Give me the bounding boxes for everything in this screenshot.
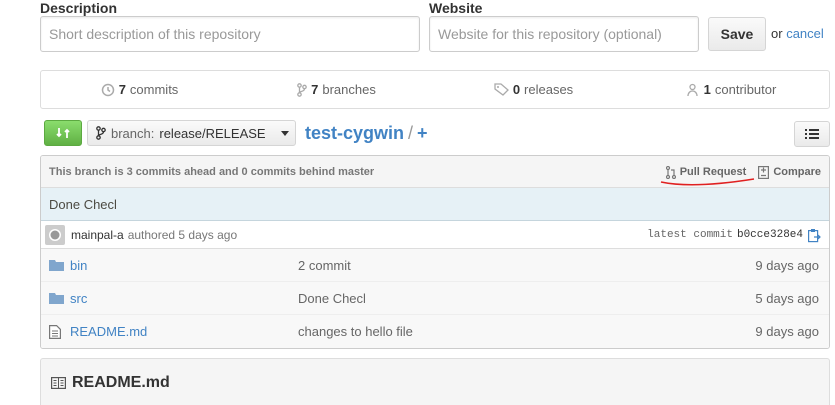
path-separator: / [408, 123, 414, 143]
commits-stat[interactable]: 7 commits [41, 71, 238, 108]
readme-header: README.md [40, 358, 830, 405]
releases-label: releases [524, 82, 574, 97]
contributors-stat[interactable]: 1 contributor [632, 71, 829, 108]
cancel-link[interactable]: cancel [786, 26, 824, 41]
website-field[interactable] [429, 16, 699, 52]
list-icon [805, 129, 819, 139]
commit-author-link[interactable]: mainpal-a [71, 228, 124, 242]
compare-link[interactable]: Compare [758, 165, 821, 179]
compare-icon [56, 128, 70, 138]
releases-stat[interactable]: 0 releases [435, 71, 632, 108]
file-text-icon [49, 324, 65, 339]
folder-icon [49, 292, 65, 304]
file-row[interactable]: bin 2 commit 9 days ago [41, 249, 829, 282]
file-row[interactable]: src Done Checl 5 days ago [41, 282, 829, 315]
file-name-link[interactable]: README.md [70, 324, 147, 339]
folder-icon [49, 259, 65, 271]
file-commit-message[interactable]: Done Checl [298, 291, 366, 306]
commit-sha-link[interactable]: b0cce328e4 [737, 229, 803, 241]
last-commit-meta: mainpal-a authored 5 days ago latest com… [41, 221, 829, 249]
file-age: 9 days ago [755, 257, 819, 273]
compare-label: Compare [773, 166, 821, 178]
repo-name-link[interactable]: test-cygwin [305, 123, 404, 143]
contributors-count: 1 [703, 82, 711, 97]
branches-count: 7 [311, 82, 319, 97]
red-underline-annotation [660, 178, 755, 186]
branch-status-text: This branch is 3 commits ahead and 0 com… [49, 165, 375, 178]
or-text: or [771, 26, 783, 41]
file-name-link[interactable]: bin [70, 258, 87, 273]
branches-label: branches [322, 82, 376, 97]
history-icon [101, 83, 114, 96]
commit-authored-text: authored 5 days ago [127, 227, 238, 242]
file-list-toggle-button[interactable] [794, 121, 830, 147]
compare-review-button[interactable] [44, 120, 82, 146]
tag-icon [494, 83, 509, 96]
commits-label: commits [129, 82, 179, 97]
commits-count: 7 [118, 82, 126, 97]
description-label: Description [40, 0, 118, 16]
diff-icon [758, 165, 770, 179]
description-field[interactable] [40, 16, 420, 52]
commit-message-text: Done Checl [49, 196, 117, 212]
website-label: Website [429, 0, 483, 16]
file-age: 9 days ago [755, 324, 819, 339]
branch-selector[interactable]: branch: release/RELEASE [87, 120, 296, 146]
avatar[interactable] [45, 224, 65, 245]
branch-icon [96, 126, 106, 140]
save-button[interactable]: Save [708, 17, 766, 51]
latest-commit-label: latest commit [647, 229, 733, 241]
readme-title: README.md [72, 374, 170, 391]
file-row[interactable]: README.md changes to hello file 9 days a… [41, 315, 829, 348]
file-commit-message[interactable]: 2 commit [298, 258, 351, 273]
add-file-link[interactable]: + [417, 123, 428, 143]
branch-icon [297, 82, 307, 97]
releases-count: 0 [512, 82, 521, 97]
clipboard-icon[interactable] [807, 228, 821, 243]
contributors-label: contributor [714, 82, 777, 97]
file-name-link[interactable]: src [70, 291, 87, 306]
file-commit-message[interactable]: changes to hello file [298, 324, 413, 339]
website-input[interactable] [430, 17, 698, 51]
description-input[interactable] [41, 17, 419, 51]
branch-prefix: branch: [111, 125, 155, 141]
organization-icon [687, 83, 698, 96]
branch-name: release/RELEASE [159, 125, 266, 141]
last-commit-message[interactable]: Done Checl [41, 188, 829, 221]
breadcrumb: test-cygwin / + [305, 123, 428, 144]
repo-stats-bar: 7 commits 7 branches 0 releases 1 contri… [40, 70, 830, 109]
octocat-icon [49, 228, 61, 241]
book-icon [51, 377, 66, 389]
branches-stat[interactable]: 7 branches [238, 71, 435, 108]
file-age: 5 days ago [755, 290, 819, 306]
chevron-down-icon [280, 130, 289, 136]
